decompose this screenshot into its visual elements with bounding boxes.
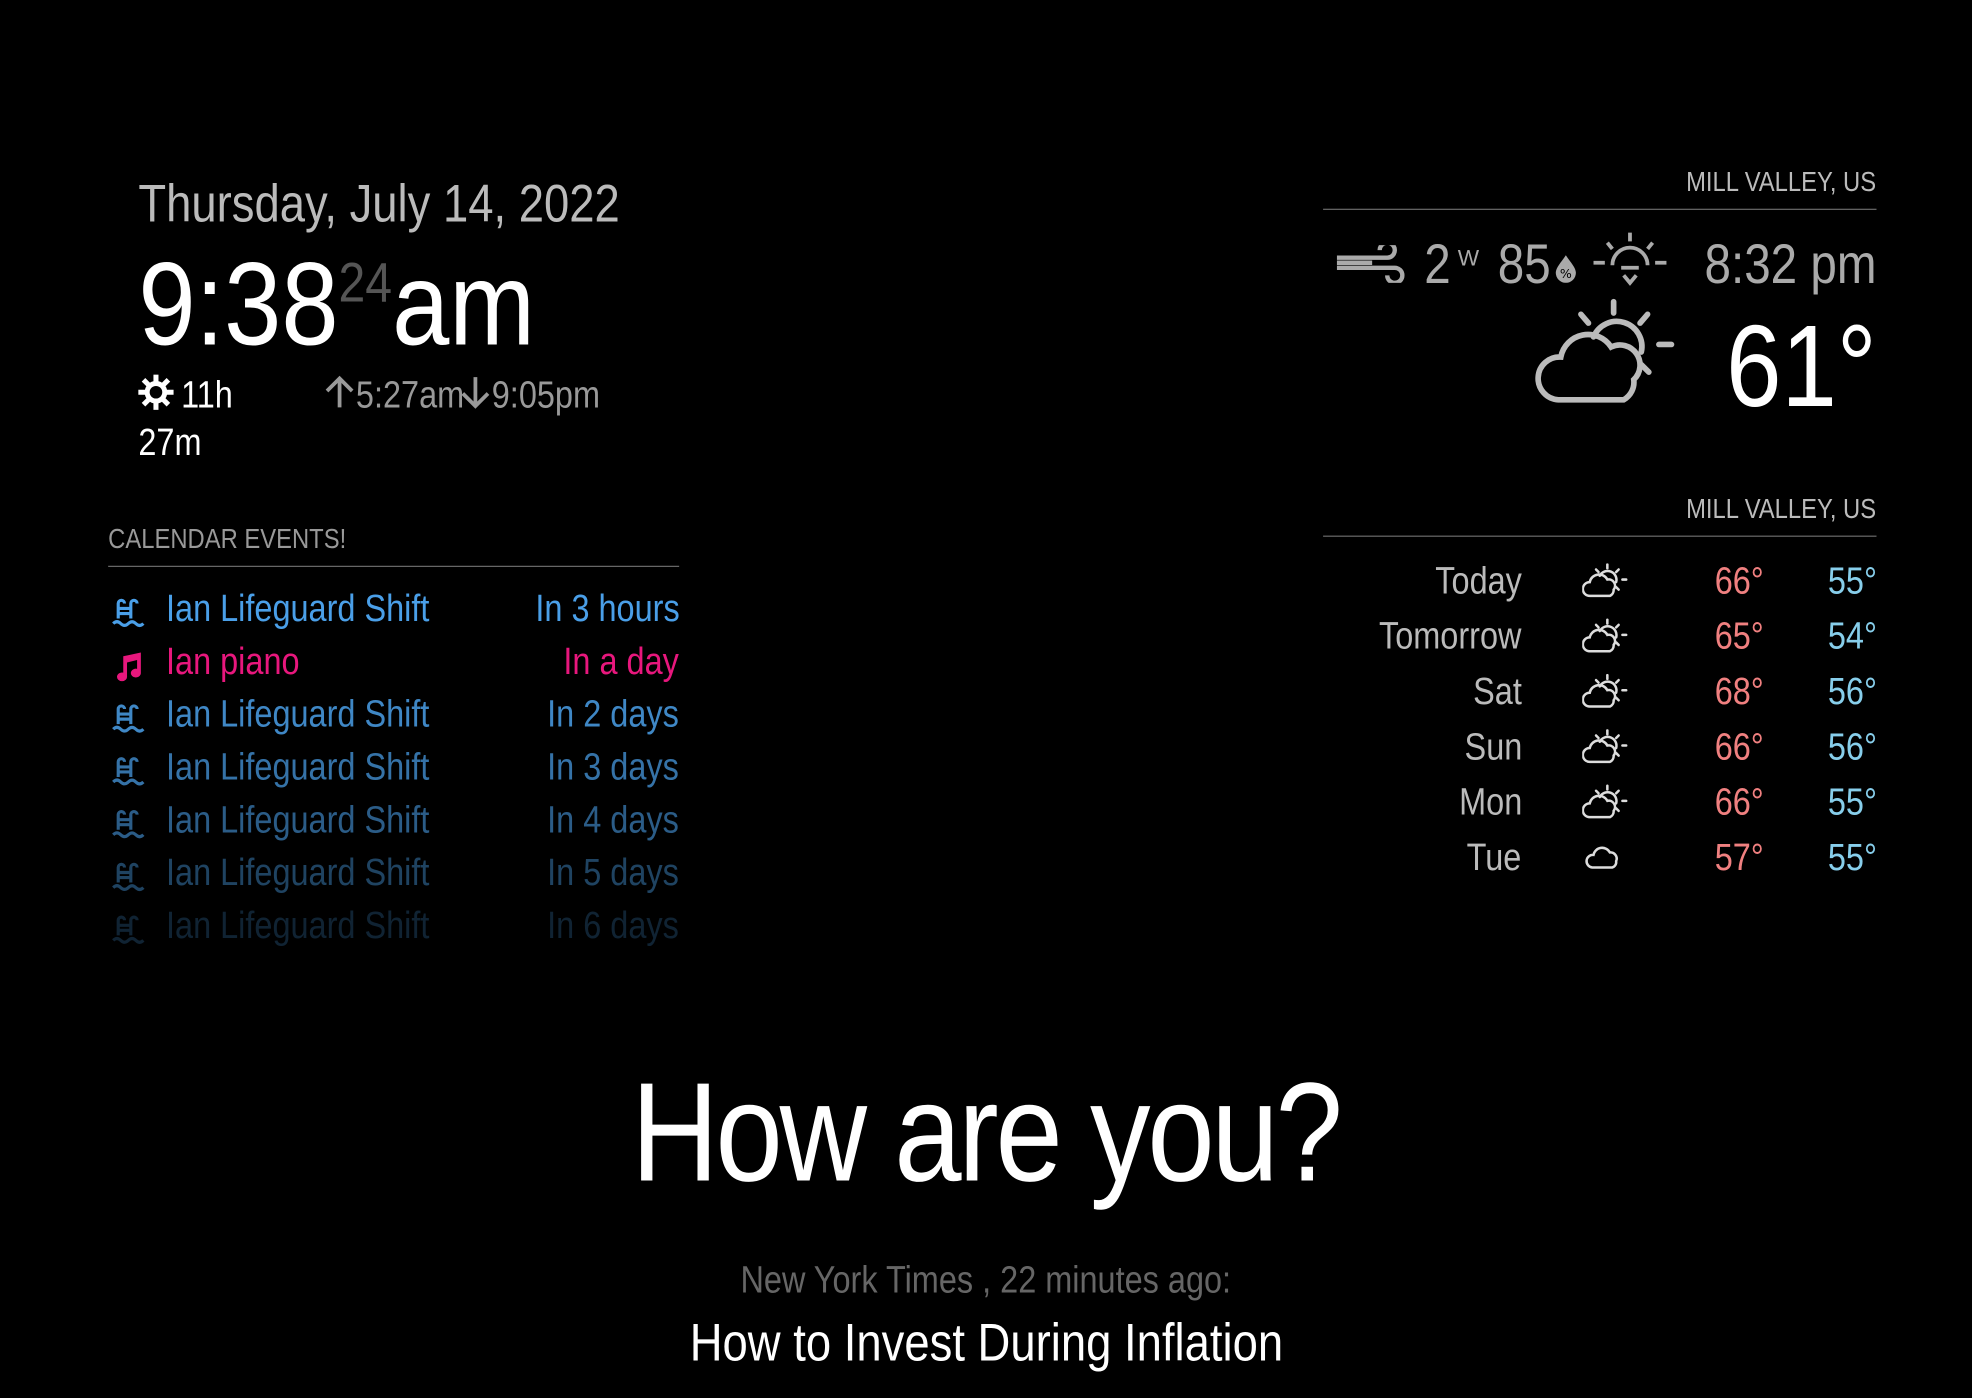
current-temperature: 61° (1726, 302, 1877, 431)
forecast-low: 55° (1827, 837, 1877, 879)
partly-cloudy-icon (1581, 729, 1628, 774)
forecast-day: Sat (1473, 671, 1522, 713)
calendar-event-list: Ian Lifeguard Shift In 3 hours Ian piano… (108, 586, 679, 956)
clock-date: Thursday, July 14, 2022 (138, 173, 620, 233)
gear-icon (136, 372, 176, 422)
forecast-low: 56° (1827, 726, 1877, 769)
forecast-day: Tue (1467, 837, 1522, 879)
forecast-high: 65° (1714, 616, 1764, 658)
forecast-table: Today 66° 55° Tomorrow 65° 54° Sat 68° 5… (1323, 556, 1876, 888)
calendar-event: Ian piano In a day (108, 639, 679, 692)
clock-seconds: 24 (338, 252, 393, 315)
forecast-day: Today (1435, 560, 1522, 603)
news-headline: How to Invest During Inflation (689, 1312, 1283, 1372)
swimmer-icon (111, 754, 146, 797)
day-length-minutes: 27m (138, 422, 202, 464)
sunset-time: 9:05pm (491, 374, 600, 417)
forecast-location: MILL VALLEY, US (1686, 492, 1877, 525)
calendar-event: Ian Lifeguard Shift In 4 days (108, 797, 679, 850)
sunset-icon (1591, 227, 1669, 304)
forecast-row: Mon 66° 55° (1323, 777, 1877, 832)
humidity-icon: % (1553, 234, 1578, 297)
forecast-high: 57° (1714, 837, 1764, 879)
calendar-event: Ian Lifeguard Shift In 2 days (108, 691, 679, 744)
calendar-event-time: In 3 hours (534, 588, 680, 630)
swimmer-icon (111, 807, 146, 850)
magic-mirror-screen: Thursday, July 14, 2022 9:3824am 11h 5:2… (0, 0, 1972, 1398)
compliment-text: How are you? (631, 1053, 1344, 1211)
forecast-high: 68° (1714, 671, 1764, 713)
forecast-divider (1323, 535, 1877, 537)
partly-cloudy-icon (1581, 563, 1628, 608)
calendar-event-title: Ian piano (166, 641, 300, 683)
forecast-row: Today 66° 55° (1323, 556, 1876, 611)
calendar-event-time: In 4 days (547, 799, 680, 842)
current-weather-divider (1323, 208, 1877, 210)
cloudy-icon (1582, 840, 1627, 885)
current-weather-location: MILL VALLEY, US (1686, 165, 1877, 198)
forecast-day: Mon (1458, 781, 1522, 824)
calendar-event-time: In 2 days (547, 693, 680, 736)
music-note-icon (111, 649, 146, 692)
humidity-value: 85 (1497, 233, 1551, 296)
forecast-high: 66° (1714, 781, 1764, 824)
calendar-event-time: In 6 days (547, 905, 680, 947)
calendar-event-time: In 5 days (547, 852, 680, 894)
wind-icon (1334, 234, 1407, 297)
calendar-event-title: Ian Lifeguard Shift (166, 852, 430, 894)
calendar-event-title: Ian Lifeguard Shift (166, 746, 430, 789)
calendar-event: Ian Lifeguard Shift In 5 days (108, 850, 679, 903)
wind-direction: W (1457, 244, 1480, 270)
wind-speed: 2 (1423, 233, 1451, 296)
forecast-high: 66° (1714, 726, 1764, 769)
weather-sunset-time: 8:32 pm (1704, 233, 1877, 296)
partly-cloudy-icon (1581, 618, 1628, 664)
calendar-event-title: Ian Lifeguard Shift (166, 799, 430, 842)
forecast-row: Sat 68° 56° (1323, 666, 1876, 721)
weather-details-line: 2 W 85 % 8:32 pm (1334, 231, 1877, 297)
forecast-low: 54° (1827, 616, 1877, 658)
swimmer-icon (111, 702, 146, 745)
forecast-row: Tomorrow 65° 54° (1323, 611, 1876, 666)
partly-cloudy-day-icon (1533, 297, 1679, 438)
day-length-hours: 11h (181, 374, 233, 417)
swimmer-icon (111, 596, 146, 639)
calendar-event-title: Ian Lifeguard Shift (166, 588, 430, 630)
swimmer-icon (111, 860, 146, 903)
forecast-row: Sun 66° 56° (1323, 722, 1876, 777)
forecast-day: Tomorrow (1379, 616, 1522, 658)
current-temperature-block: 61° (1533, 297, 1877, 438)
partly-cloudy-icon (1581, 673, 1628, 719)
arrow-up-icon (323, 375, 356, 420)
forecast-day: Sun (1464, 726, 1522, 769)
forecast-row: Tue 57° 55° (1323, 832, 1876, 887)
clock-time: 9:3824am (138, 239, 535, 369)
calendar-event-time: In a day (563, 641, 680, 683)
calendar-event: Ian Lifeguard Shift In 6 days (108, 903, 679, 956)
forecast-low: 56° (1827, 671, 1877, 713)
sun-info: 11h 5:27am 9:05pm (136, 372, 618, 422)
forecast-low: 55° (1827, 560, 1877, 603)
calendar-event: Ian Lifeguard Shift In 3 hours (108, 586, 679, 639)
news-source: New York Times , 22 minutes ago: (740, 1259, 1232, 1302)
calendar-event-time: In 3 days (547, 746, 680, 789)
forecast-low: 55° (1827, 781, 1877, 824)
calendar-header: CALENDAR EVENTS! (108, 523, 680, 567)
clock-ampm: am (392, 237, 535, 370)
sunrise-time: 5:27am (355, 374, 464, 417)
clock-hours-minutes: 9:38 (138, 237, 339, 370)
partly-cloudy-icon (1581, 784, 1628, 829)
calendar-event-title: Ian Lifeguard Shift (166, 693, 430, 736)
forecast-high: 66° (1714, 560, 1764, 603)
svg-text:%: % (1560, 266, 1572, 281)
calendar-event-title: Ian Lifeguard Shift (166, 905, 430, 947)
calendar-event: Ian Lifeguard Shift In 3 days (108, 744, 679, 797)
swimmer-icon (111, 913, 146, 956)
